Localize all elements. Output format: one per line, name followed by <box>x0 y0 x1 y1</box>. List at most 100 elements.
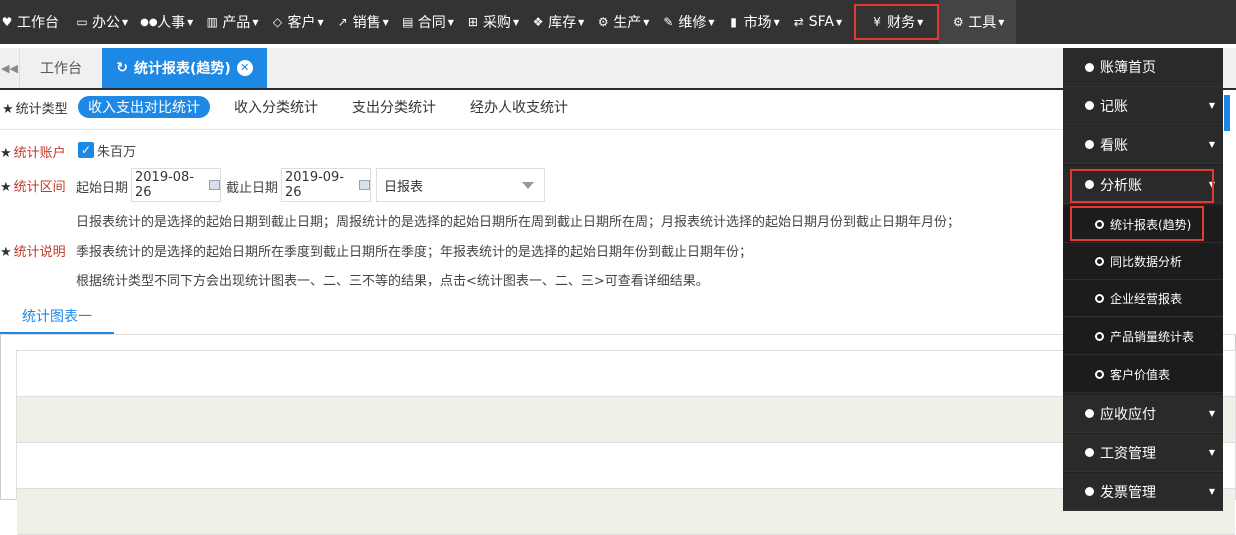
nav-office[interactable]: ▭ 办公 ▼ <box>69 0 134 44</box>
nav-label: 工具 <box>968 15 997 31</box>
bullet-icon <box>1085 101 1094 110</box>
caret-down-icon: ▼ <box>447 17 454 27</box>
calendar-icon[interactable] <box>358 180 370 190</box>
caret-down-icon: ▼ <box>512 17 520 27</box>
caret-down-icon: ▼ <box>1208 180 1215 189</box>
nav-sfa[interactable]: ⇄ SFA ▼ <box>786 0 848 44</box>
nav-repair[interactable]: ✎ 维修 ▼ <box>655 0 720 44</box>
side-scroll-indicator <box>1224 95 1230 131</box>
diamond-icon: ◇ <box>272 15 283 29</box>
circle-icon <box>1095 219 1104 229</box>
period-select[interactable]: 日报表 <box>376 168 545 202</box>
submenu-item-stats-report[interactable]: 统计报表(趋势) <box>1063 206 1223 243</box>
tab-chart-one[interactable]: 统计图表一 <box>0 300 114 334</box>
start-date-input[interactable]: 2019-08-26 <box>131 168 221 202</box>
end-date-label: 截止日期 <box>226 181 279 196</box>
stats-type-option-expense-category[interactable]: 支出分类统计 <box>342 96 446 118</box>
tab-scroll-left-icon[interactable]: ◀◀ <box>0 48 20 88</box>
menu-item-invoices[interactable]: 发票管理 ▼ <box>1063 473 1223 511</box>
top-nav: ♥ 工作台 ▭ 办公 ▼ ●● 人事 ▼ ▥ 产品 ▼ ◇ 客户 ▼ ↗ 销售 … <box>0 0 1236 44</box>
users-icon: ●● <box>140 16 158 28</box>
cubes-icon: ❖ <box>532 15 544 29</box>
tab-workbench[interactable]: 工作台 <box>20 48 102 88</box>
nav-label: 市场 <box>743 15 772 31</box>
nav-inventory[interactable]: ❖ 库存 ▼ <box>525 0 590 44</box>
table-row <box>17 489 1235 535</box>
caret-down-icon: ▼ <box>643 17 650 27</box>
nav-workbench[interactable]: ♥ 工作台 <box>0 0 65 44</box>
monitor-icon: ▭ <box>76 15 88 29</box>
explain-line-2: 季报表统计的是选择的起始日期所在季度到截止日期所在季度；年报表统计的是选择的起始… <box>76 245 753 260</box>
nav-purchase[interactable]: ⊞ 采购 ▼ <box>460 0 525 44</box>
menu-item-receivables[interactable]: 应收应付 ▼ <box>1063 395 1223 433</box>
submenu-item-yoy-analysis[interactable]: 同比数据分析 <box>1063 243 1223 280</box>
menu-item-view-ledger[interactable]: 看账 ▼ <box>1063 126 1223 164</box>
bullet-icon <box>1085 62 1094 72</box>
tab-stats-report[interactable]: ↻ 统计报表(趋势) ✕ <box>102 48 267 88</box>
caret-down-icon: ▼ <box>1208 448 1215 457</box>
submenu-item-business-report[interactable]: 企业经营报表 <box>1063 280 1223 317</box>
bullet-icon <box>1085 409 1094 418</box>
nav-label: 人事 <box>157 15 186 31</box>
close-icon[interactable]: ✕ <box>236 60 253 76</box>
end-date-input[interactable]: 2019-09-26 <box>281 168 371 202</box>
star-icon: ★ <box>2 102 14 117</box>
nav-hr[interactable]: ●● 人事 ▼ <box>134 0 199 44</box>
stats-type-option-income-expense[interactable]: 收入支出对比统计 <box>78 96 210 118</box>
nav-finance[interactable]: ¥ 财务 ▼ <box>854 4 940 40</box>
finance-dropdown-menu: 账簿首页 记账 ▼ 看账 ▼ 分析账 ▼ 统计报表(趋势) 同比数据分析 企业经… <box>1063 48 1223 511</box>
account-name: 朱百万 <box>97 145 137 160</box>
caret-down-icon: ▼ <box>1208 409 1215 418</box>
yen-icon: ¥ <box>873 15 881 29</box>
chart-panel <box>0 335 1236 535</box>
star-icon: ★ <box>0 146 12 161</box>
bullet-icon <box>1085 180 1094 189</box>
circle-icon <box>1095 331 1104 341</box>
caret-down-icon: ▼ <box>1208 140 1215 149</box>
stats-range-label: ★ 统计区间 <box>0 180 66 195</box>
barcode-icon: ▥ <box>206 15 218 29</box>
refresh-icon[interactable]: ↻ <box>116 60 128 76</box>
nav-sales[interactable]: ↗ 销售 ▼ <box>330 0 395 44</box>
nav-contract[interactable]: ▤ 合同 ▼ <box>395 0 460 44</box>
menu-item-analysis[interactable]: 分析账 ▼ <box>1063 166 1223 204</box>
chevron-down-icon <box>522 182 534 189</box>
nav-product[interactable]: ▥ 产品 ▼ <box>199 0 264 44</box>
nav-label: 产品 <box>222 15 251 31</box>
nav-label: 采购 <box>482 15 511 31</box>
caret-down-icon: ▼ <box>708 17 715 27</box>
menu-item-ledger-home[interactable]: 账簿首页 <box>1063 48 1223 87</box>
circle-icon <box>1095 369 1104 379</box>
table-row <box>17 351 1235 397</box>
stats-type-option-handler[interactable]: 经办人收支统计 <box>460 96 578 118</box>
menu-item-bookkeeping[interactable]: 记账 ▼ <box>1063 87 1223 125</box>
stats-type-row: ★ 统计类型 收入支出对比统计 收入分类统计 支出分类统计 经办人收支统计 <box>0 92 1065 130</box>
account-checkbox[interactable]: ✓ <box>78 142 94 158</box>
caret-down-icon: ▼ <box>252 17 259 27</box>
nav-customer[interactable]: ◇ 客户 ▼ <box>264 0 329 44</box>
nav-label: 合同 <box>417 15 446 31</box>
nav-label: 销售 <box>352 15 381 31</box>
stats-explain-label: ★ 统计说明 <box>0 245 66 260</box>
caret-down-icon: ▼ <box>998 17 1005 27</box>
nav-market[interactable]: ▮ 市场 ▼ <box>721 0 786 44</box>
circle-icon <box>1095 293 1104 303</box>
caret-down-icon: ▼ <box>773 17 780 27</box>
nav-tools[interactable]: ⚙ 工具 ▼ <box>939 0 1017 44</box>
menu-item-payroll[interactable]: 工资管理 ▼ <box>1063 434 1223 472</box>
nav-production[interactable]: ⚙ 生产 ▼ <box>590 0 655 44</box>
submenu-item-product-sales[interactable]: 产品销量统计表 <box>1063 318 1223 355</box>
submenu-item-customer-value[interactable]: 客户价值表 <box>1063 356 1223 393</box>
line-chart-icon: ↗ <box>337 15 348 29</box>
tab-label: 统计报表(趋势) <box>133 61 231 77</box>
retweet-icon: ⇄ <box>793 15 804 29</box>
calendar-icon[interactable] <box>208 180 220 190</box>
nav-label: 客户 <box>287 15 316 31</box>
stats-type-option-income-category[interactable]: 收入分类统计 <box>224 96 328 118</box>
caret-down-icon: ▼ <box>122 17 129 27</box>
bookmark-icon: ▮ <box>730 15 737 29</box>
cogs-icon: ⚙ <box>597 15 609 29</box>
bullet-icon <box>1085 448 1094 457</box>
table-row <box>17 397 1235 443</box>
nav-label: 工作台 <box>17 15 59 31</box>
